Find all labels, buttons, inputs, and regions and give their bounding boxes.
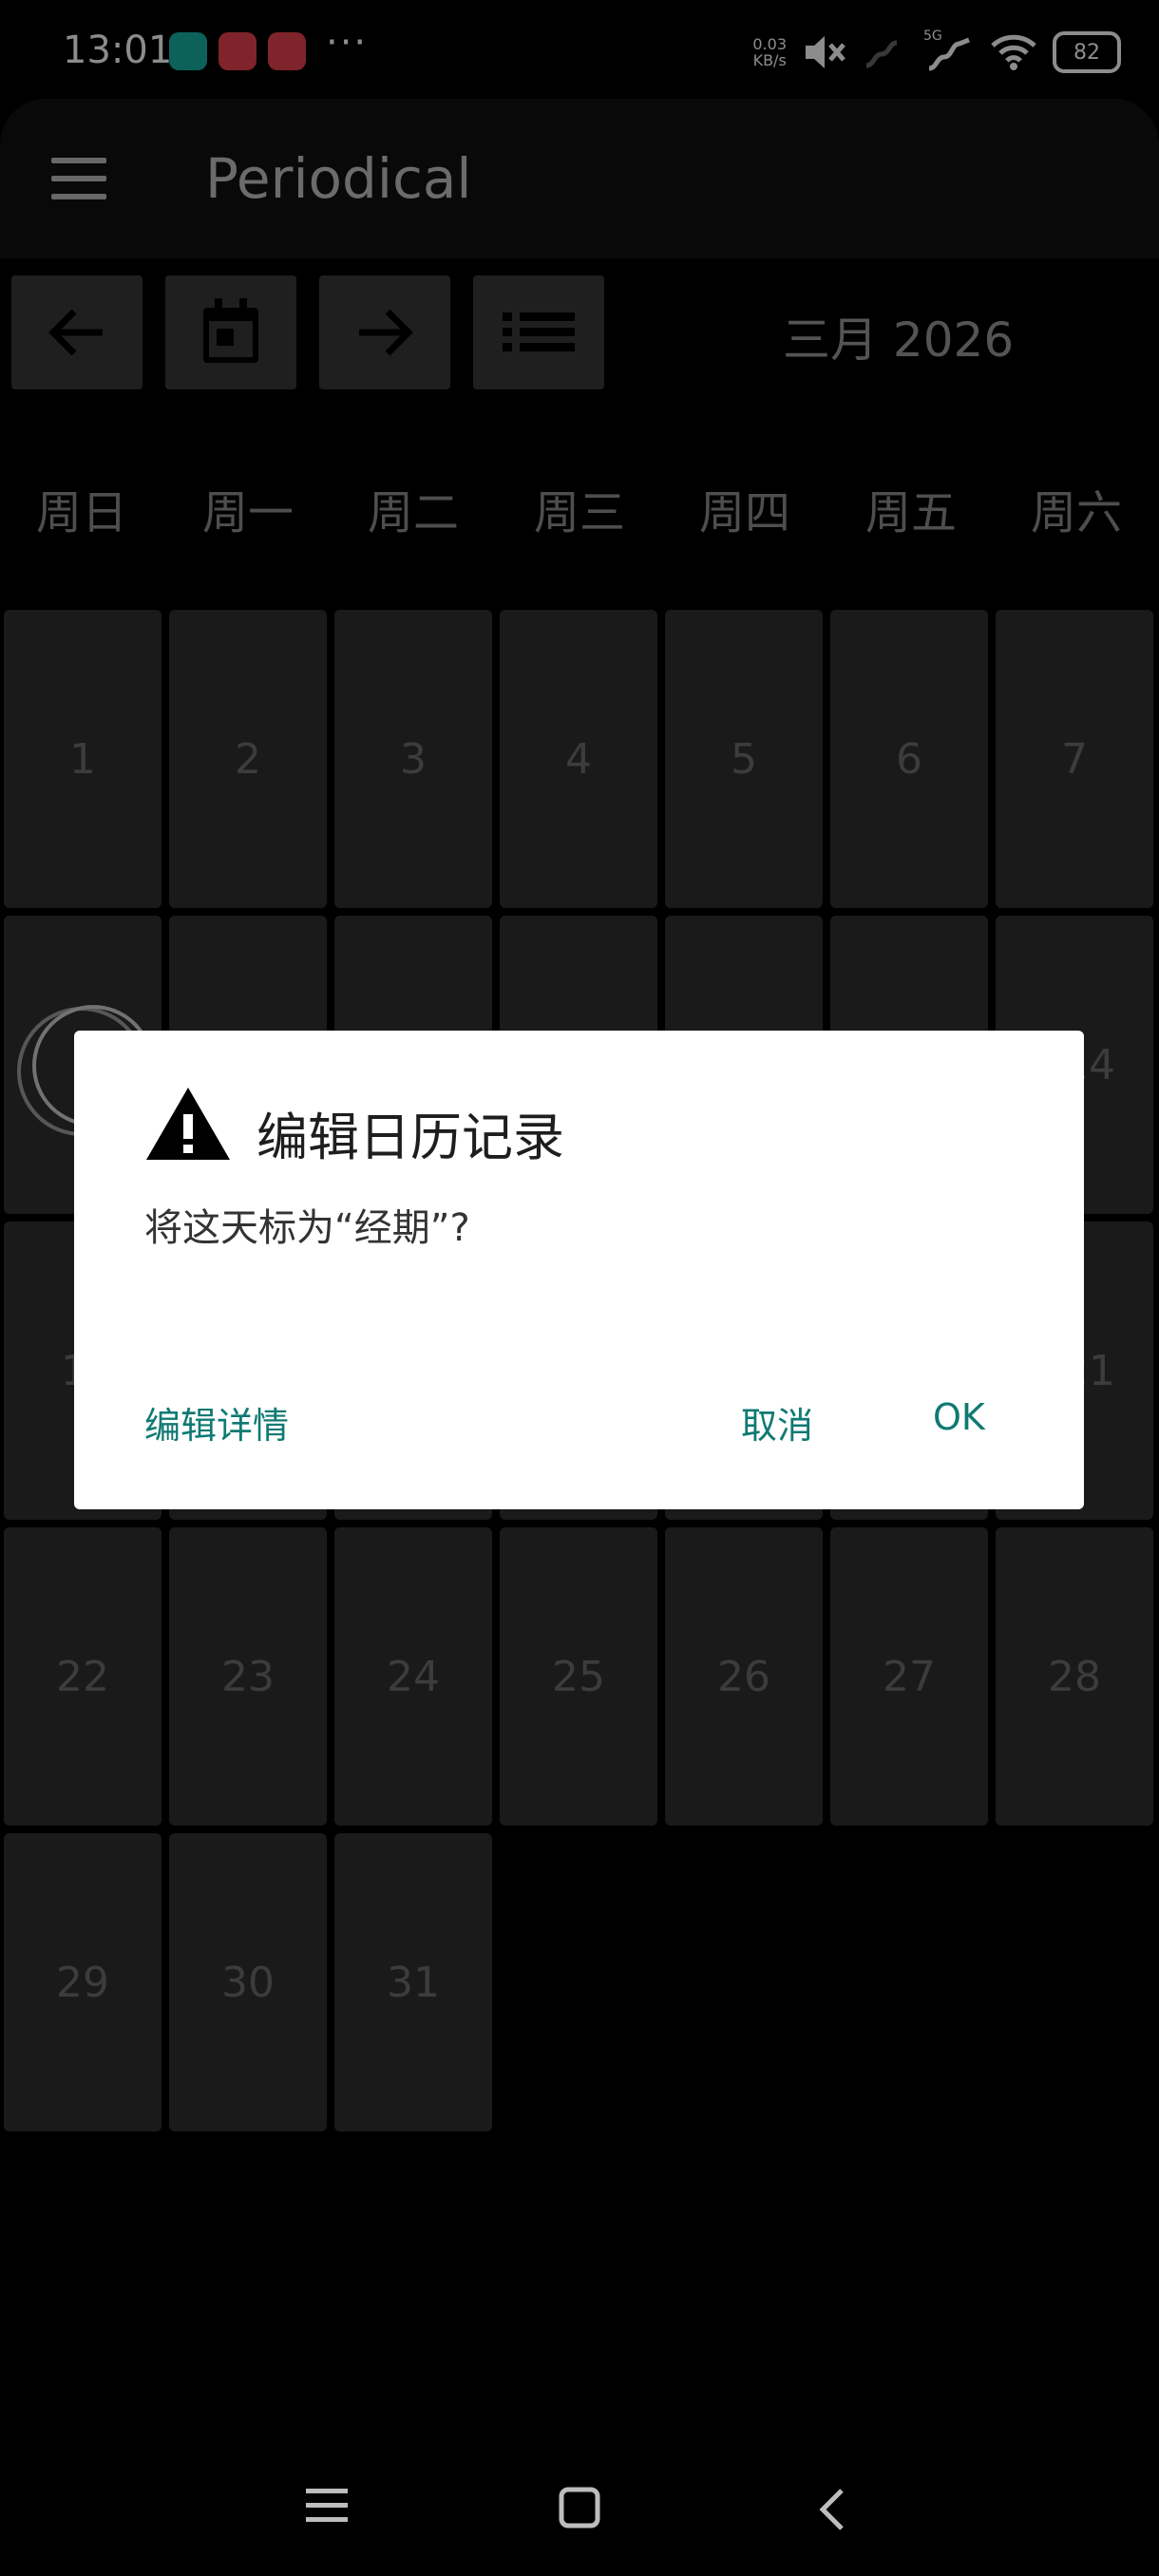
system-nav-bar <box>0 2470 1159 2546</box>
dialog-title: 编辑日历记录 <box>256 1108 564 1167</box>
back-icon[interactable] <box>817 2487 846 2532</box>
dialog-message: 将这天标为“经期”? <box>144 1206 470 1250</box>
cancel-button[interactable]: 取消 <box>741 1396 813 1449</box>
edit-calendar-dialog: 编辑日历记录 将这天标为“经期”? 编辑详情 取消 OK <box>74 1031 1084 1509</box>
ok-button[interactable]: OK <box>933 1396 985 1438</box>
edit-details-button[interactable]: 编辑详情 <box>144 1396 289 1449</box>
recents-menu-icon[interactable] <box>306 2487 348 2525</box>
home-icon[interactable] <box>559 2487 600 2529</box>
warning-icon <box>146 1088 230 1160</box>
